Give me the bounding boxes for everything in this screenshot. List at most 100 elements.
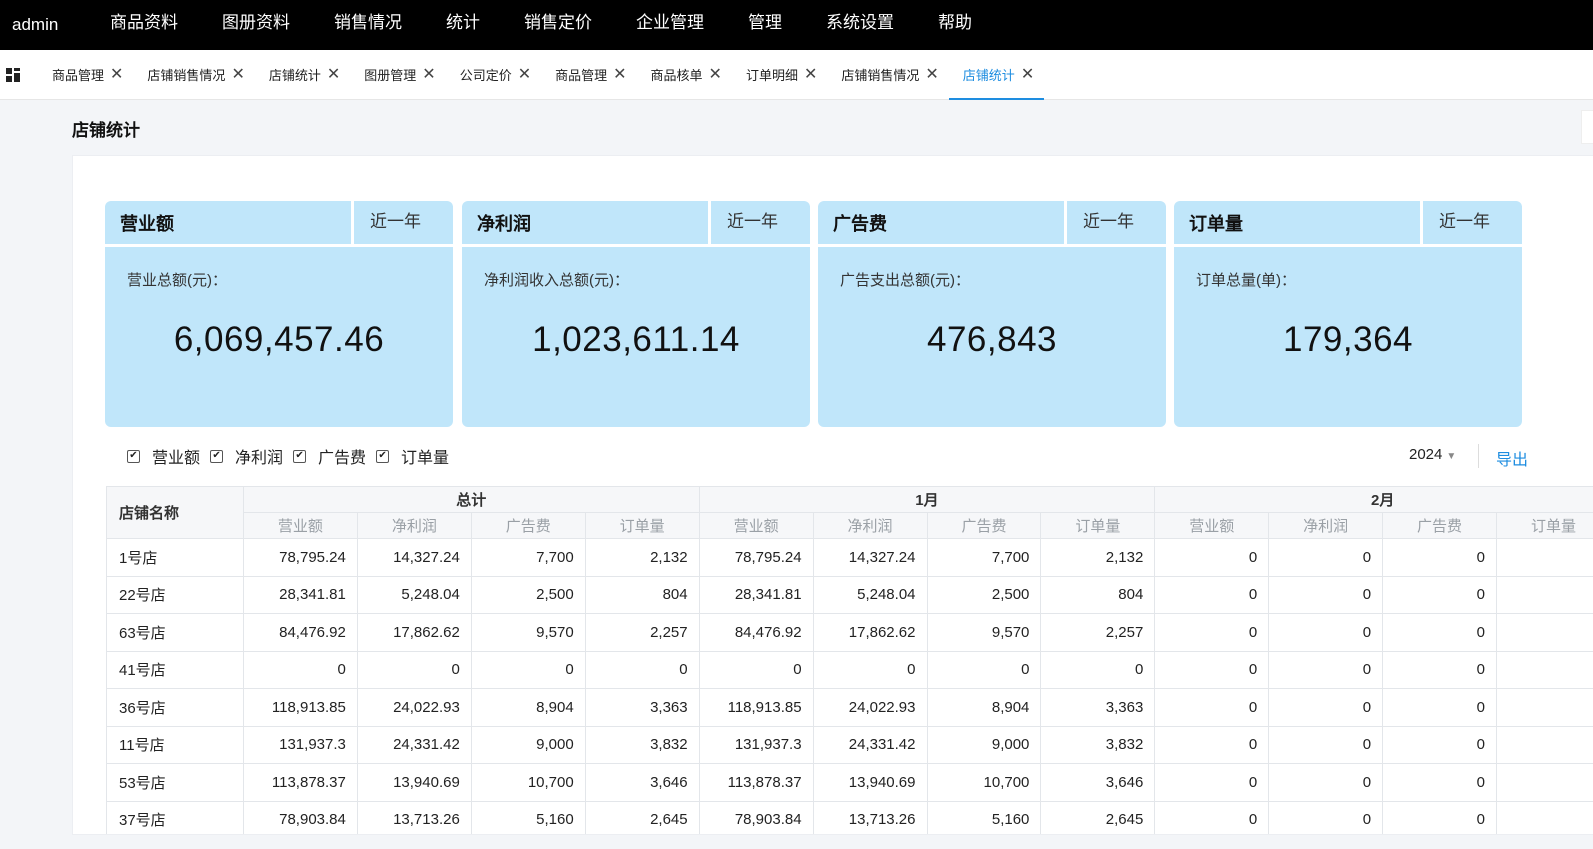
stats-panel: 营业额 近一年 营业总额(元)： 6,069,457.46 净利润 近一年 净利润收… [72,155,1593,835]
tab-label: 商品管理 [52,68,105,83]
tab-product-check[interactable]: 商品核单 ✕ [637,50,732,99]
tab-product-manage[interactable]: 商品管理 ✕ [38,50,133,99]
tab-album-manage[interactable]: 图册管理 ✕ [350,50,445,99]
menu-item-enterprise[interactable]: 企业管理 [614,0,726,50]
value-cell: 8,904 [470,688,586,727]
period-selector[interactable]: 近一年 [1064,201,1166,244]
value-cell: 0 [1382,538,1497,577]
tab-label: 店铺统计 [962,68,1015,83]
card-revenue: 营业额 近一年 营业总额(元)： 6,069,457.46 [105,201,453,427]
close-icon[interactable]: ✕ [231,66,244,83]
table-row[interactable]: 1号店 78,795.24 14,327.24 7,700 2,132 78,795.24… [106,538,1593,577]
value-cell: 13,713.26 [356,800,472,834]
value-cell: 13,713.26 [812,800,928,834]
value-cell: 5,248.04 [812,575,928,614]
period-selector[interactable]: 近一年 [1420,201,1522,244]
value-cell: 804 [584,575,700,614]
tab-company-pricing[interactable]: 公司定价 ✕ [446,50,541,99]
value-cell: 2,257 [1040,613,1156,652]
user-name[interactable]: admin [0,15,88,35]
value-cell: 0 [470,650,586,689]
value-cell: 0 [1154,688,1270,727]
column-header: 广告费 [1382,512,1497,539]
value-cell-empty [1495,763,1593,802]
value-cell: 5,248.04 [356,575,472,614]
table-row[interactable]: 22号店 28,341.81 5,248.04 2,500 804 28,341.81 5,… [106,575,1593,614]
checkbox-check-icon[interactable]: ✔ [210,449,224,463]
close-icon[interactable]: ✕ [925,66,938,83]
close-icon[interactable]: ✕ [709,66,722,83]
table-row[interactable]: 63号店 84,476.92 17,862.62 9,570 2,257 84,476.9… [106,613,1593,652]
value-cell: 2,500 [926,575,1042,614]
dashboard-grid-icon[interactable] [0,50,38,99]
export-button[interactable]: 导出 [1496,446,1528,470]
tab-order-detail[interactable]: 订单明细 ✕ [732,50,827,99]
menu-item-help[interactable]: 帮助 [916,0,994,50]
value-cell: 0 [1268,613,1384,652]
table-row[interactable]: 11号店 131,937.3 24,331.42 9,000 3,832 131,937.… [106,725,1593,764]
close-icon[interactable]: ✕ [613,66,626,83]
checkbox-order-count[interactable]: ✔ 订单量 [376,444,449,468]
value-cell: 0 [242,650,358,689]
close-icon[interactable]: ✕ [1021,66,1034,83]
period-selector[interactable]: 近一年 [708,201,810,244]
card-label: 营业总额(元)： [127,272,227,289]
year-select[interactable]: 2024 ▼ [1409,446,1456,463]
checkbox-check-icon[interactable]: ✔ [293,449,307,463]
checkbox-check-icon[interactable]: ✔ [127,449,140,463]
value-cell-empty [1495,688,1593,727]
tab-store-sales-2[interactable]: 店铺销售情况 ✕ [827,50,948,99]
value-cell: 3,646 [584,763,700,802]
store-name-cell: 36号店 [106,688,244,727]
period-selector[interactable]: 近一年 [351,201,453,244]
column-header: 广告费 [470,512,586,539]
tab-store-stats[interactable]: 店铺统计 ✕ [255,50,350,99]
value-cell: 10,700 [470,763,586,802]
metric-filters: ✔ 营业额 ✔ 净利润 ✔ 广告费 ✔ 订单量 [127,444,459,468]
store-name-cell: 22号店 [106,575,244,614]
value-cell: 0 [1382,575,1497,614]
table-row[interactable]: 37号店 78,903.84 13,713.26 5,160 2,645 78,903.8… [106,800,1593,834]
tab-label: 订单明细 [745,68,798,83]
tab-store-sales[interactable]: 店铺销售情况 ✕ [133,50,254,99]
tab-store-stats-active[interactable]: 店铺统计 ✕ [948,50,1045,100]
checkbox-ad-cost[interactable]: ✔ 广告费 [293,444,366,468]
table-row[interactable]: 53号店 113,878.37 13,940.69 10,700 3,646 113,87… [106,763,1593,802]
column-header: 营业额 [698,512,814,539]
value-cell: 3,363 [584,688,700,727]
tab-label: 商品核单 [650,68,703,83]
menu-item-manage[interactable]: 管理 [726,0,804,50]
menu-item-pricing[interactable]: 销售定价 [502,0,614,50]
group-header-jan: 1月 [698,486,1156,513]
value-cell: 0 [926,650,1042,689]
value-cell: 13,940.69 [812,763,928,802]
close-icon[interactable]: ✕ [422,66,435,83]
table-row[interactable]: 36号店 118,913.85 24,022.93 8,904 3,363 118,913… [106,688,1593,727]
close-icon[interactable]: ✕ [518,66,531,83]
value-cell: 78,795.24 [242,538,358,577]
value-cell: 9,000 [470,725,586,764]
checkbox-net-profit[interactable]: ✔ 净利润 [210,444,283,468]
value-cell: 17,862.62 [356,613,472,652]
card-value: 1,023,611.14 [532,320,740,359]
value-cell: 0 [1154,538,1270,577]
menu-item-album-data[interactable]: 图册资料 [200,0,312,50]
card-value: 179,364 [1282,320,1414,359]
table-row[interactable]: 41号店 0 0 0 0 0 0 0 0 0 0 0 [106,650,1593,689]
menu-item-sales[interactable]: 销售情况 [312,0,424,50]
value-cell: 84,476.92 [698,613,814,652]
checkbox-revenue[interactable]: ✔ 营业额 [127,444,200,468]
checkbox-check-icon[interactable]: ✔ [376,449,390,463]
value-cell: 0 [1154,650,1270,689]
menu-item-product-data[interactable]: 商品资料 [88,0,200,50]
column-header: 订单量 [1495,512,1593,539]
close-icon[interactable]: ✕ [110,66,123,83]
close-icon[interactable]: ✕ [327,66,340,83]
menu-item-statistics[interactable]: 统计 [424,0,502,50]
tab-product-manage-2[interactable]: 商品管理 ✕ [541,50,636,99]
close-icon[interactable]: ✕ [804,66,817,83]
menu-item-settings[interactable]: 系统设置 [804,0,916,50]
checkbox-label: 广告费 [318,450,367,467]
value-cell: 9,570 [926,613,1042,652]
column-header: 订单量 [1040,512,1156,539]
